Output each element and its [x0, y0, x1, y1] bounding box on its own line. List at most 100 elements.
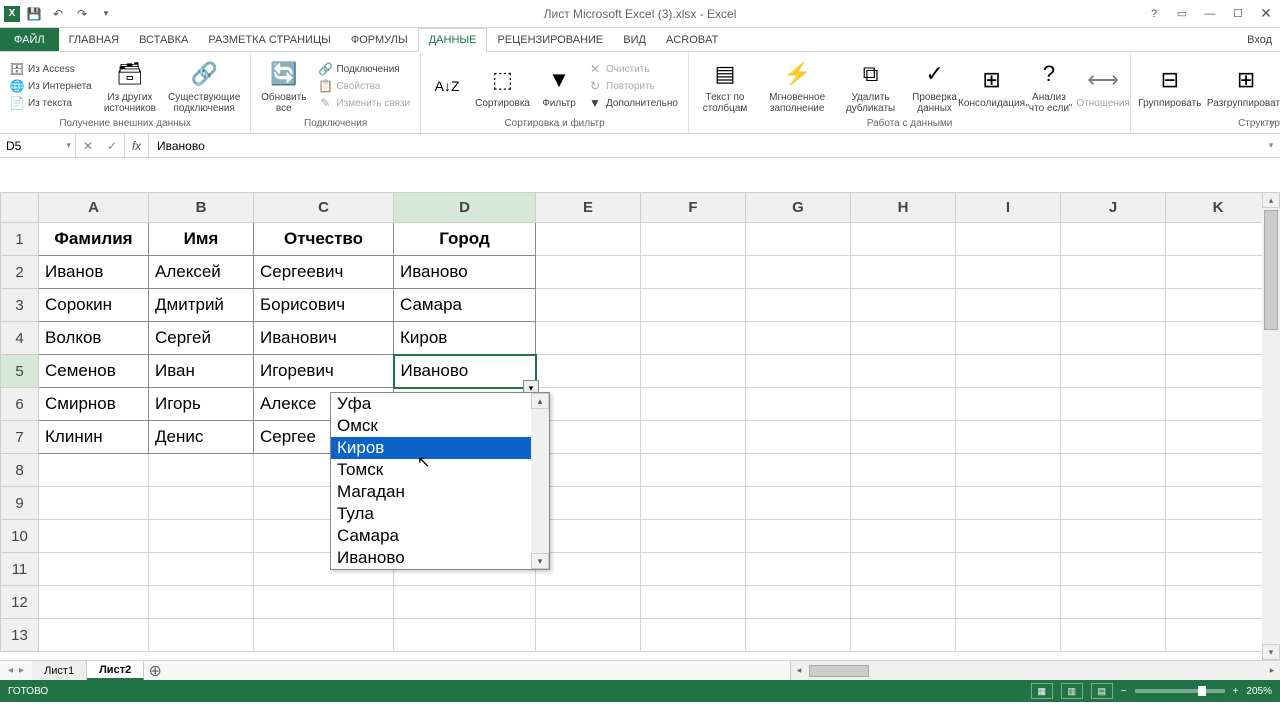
hscroll-thumb[interactable]	[809, 665, 869, 677]
row-header[interactable]: 12	[1, 586, 39, 619]
column-header[interactable]: C	[254, 193, 394, 223]
cell[interactable]	[1166, 520, 1271, 553]
hscroll-right-icon[interactable]: ▸	[1264, 665, 1280, 676]
dropdown-item[interactable]: Томск	[331, 459, 531, 481]
cell[interactable]	[746, 355, 851, 388]
cell[interactable]	[641, 421, 746, 454]
cell[interactable]: Иванович	[254, 322, 394, 355]
row-header[interactable]: 9	[1, 487, 39, 520]
collapse-ribbon-icon[interactable]: ^	[1269, 120, 1274, 131]
existing-connections-button[interactable]: 🔗 Существующие подключения	[164, 56, 244, 116]
vscroll-thumb[interactable]	[1264, 210, 1278, 330]
cell[interactable]	[1166, 322, 1271, 355]
row-header[interactable]: 3	[1, 289, 39, 322]
what-if-button[interactable]: ? Анализ "что если"	[1020, 56, 1078, 116]
cell[interactable]	[1061, 256, 1166, 289]
cell[interactable]	[851, 520, 956, 553]
sheet-nav-next-icon[interactable]: ▸	[17, 665, 26, 676]
cell[interactable]	[956, 289, 1061, 322]
horizontal-scrollbar[interactable]: ◂ ▸	[790, 661, 1280, 680]
signin-link[interactable]: Вход	[1247, 34, 1272, 46]
cell[interactable]	[956, 619, 1061, 652]
cell[interactable]	[149, 553, 254, 586]
cell[interactable]	[1166, 454, 1271, 487]
column-header[interactable]: D	[394, 193, 536, 223]
cell[interactable]: Сергей	[149, 322, 254, 355]
cell[interactable]	[1166, 223, 1271, 256]
cell[interactable]	[149, 487, 254, 520]
cell[interactable]: Волков	[39, 322, 149, 355]
cell[interactable]	[1166, 487, 1271, 520]
cell[interactable]	[956, 553, 1061, 586]
cell[interactable]	[1061, 289, 1166, 322]
flash-fill-button[interactable]: ⚡ Мгновенное заполнение	[759, 56, 835, 116]
cell[interactable]	[641, 619, 746, 652]
row-header[interactable]: 4	[1, 322, 39, 355]
column-header[interactable]: H	[851, 193, 956, 223]
cell[interactable]	[39, 520, 149, 553]
row-header[interactable]: 11	[1, 553, 39, 586]
cell[interactable]	[1166, 619, 1271, 652]
cell[interactable]	[1061, 421, 1166, 454]
row-header[interactable]: 1	[1, 223, 39, 256]
cell[interactable]	[536, 454, 641, 487]
cell[interactable]	[1061, 454, 1166, 487]
column-header[interactable]: A	[39, 193, 149, 223]
sheet-nav-prev-icon[interactable]: ◂	[6, 665, 15, 676]
cell[interactable]	[641, 223, 746, 256]
cell[interactable]: Денис	[149, 421, 254, 454]
cell[interactable]	[641, 289, 746, 322]
row-header[interactable]: 7	[1, 421, 39, 454]
cell[interactable]	[641, 388, 746, 421]
from-other-sources-button[interactable]: 🗃 Из других источников	[100, 56, 161, 116]
cell[interactable]	[39, 619, 149, 652]
formula-input[interactable]: Иваново	[149, 134, 1262, 157]
cell[interactable]	[1166, 355, 1271, 388]
cell[interactable]	[746, 520, 851, 553]
cell[interactable]	[851, 355, 956, 388]
cell[interactable]	[536, 586, 641, 619]
consolidate-button[interactable]: ⊞ Консолидация	[967, 62, 1015, 111]
column-header[interactable]: B	[149, 193, 254, 223]
close-icon[interactable]: ✕	[1252, 3, 1280, 25]
cell[interactable]	[149, 454, 254, 487]
cell[interactable]: Дмитрий	[149, 289, 254, 322]
cell[interactable]	[536, 355, 641, 388]
cell[interactable]	[536, 223, 641, 256]
add-sheet-icon[interactable]: ⊕	[144, 661, 166, 680]
cell[interactable]	[746, 223, 851, 256]
row-header[interactable]: 10	[1, 520, 39, 553]
dropdown-item[interactable]: Киров	[331, 437, 531, 459]
cell[interactable]	[1166, 289, 1271, 322]
cell[interactable]: Сергеевич	[254, 256, 394, 289]
cell[interactable]	[149, 520, 254, 553]
column-header[interactable]: G	[746, 193, 851, 223]
ungroup-button[interactable]: ⊞ Разгруппировать	[1207, 62, 1280, 111]
zoom-level[interactable]: 205%	[1246, 686, 1272, 697]
cell[interactable]: Самара	[394, 289, 536, 322]
cell[interactable]	[746, 619, 851, 652]
zoom-in-icon[interactable]: +	[1233, 686, 1239, 697]
cell[interactable]: Клинин	[39, 421, 149, 454]
cell[interactable]	[1061, 553, 1166, 586]
qat-save-icon[interactable]: 💾	[24, 4, 44, 24]
qat-customize-icon[interactable]: ▾	[96, 4, 116, 24]
text-to-columns-button[interactable]: ▤ Текст по столбцам	[695, 56, 755, 116]
cell[interactable]	[956, 388, 1061, 421]
row-header[interactable]: 6	[1, 388, 39, 421]
cell[interactable]	[1061, 322, 1166, 355]
select-all-corner[interactable]	[1, 193, 39, 223]
cell[interactable]	[956, 322, 1061, 355]
cell[interactable]	[1166, 388, 1271, 421]
advanced-filter-button[interactable]: ▼Дополнительно	[584, 95, 682, 111]
cell[interactable]	[641, 586, 746, 619]
cell[interactable]	[746, 586, 851, 619]
cell[interactable]	[851, 289, 956, 322]
cell[interactable]	[394, 586, 536, 619]
cell[interactable]: Игоревич	[254, 355, 394, 388]
cell[interactable]	[536, 487, 641, 520]
cell[interactable]	[1166, 256, 1271, 289]
cell[interactable]	[1061, 487, 1166, 520]
cell[interactable]	[39, 487, 149, 520]
maximize-icon[interactable]: ☐	[1224, 3, 1252, 25]
